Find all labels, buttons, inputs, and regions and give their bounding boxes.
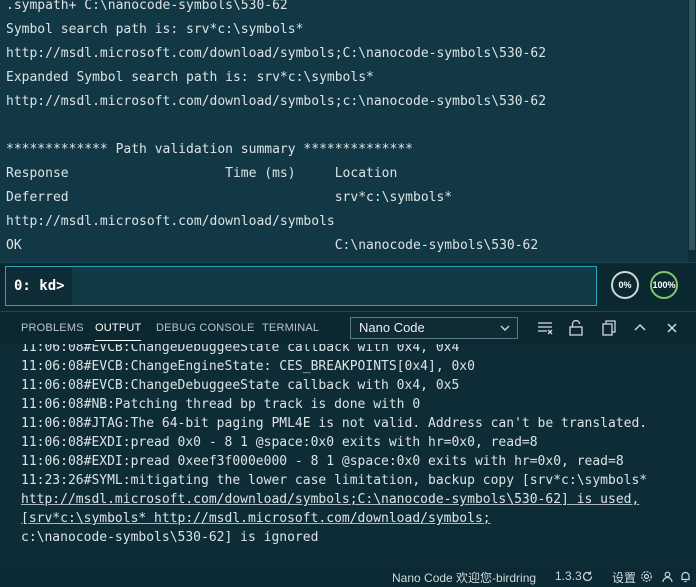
output-line: c:\nanocode-symbols\530-62] is ignored bbox=[21, 530, 319, 545]
list-filter-icon[interactable] bbox=[536, 319, 554, 337]
kd-line: Response Time (ms) Location bbox=[6, 166, 398, 181]
status-version[interactable]: 1.3.3 bbox=[555, 569, 582, 583]
kd-line: http://msdl.microsoft.com/download/symbo… bbox=[6, 46, 547, 61]
gear-icon[interactable] bbox=[640, 570, 653, 586]
output-line: 11:06:08#EXDI:pread 0xeef3f000e000 - 8 1… bbox=[21, 454, 624, 469]
output-link-line[interactable]: http://msdl.microsoft.com/download/symbo… bbox=[21, 490, 639, 509]
close-icon[interactable] bbox=[663, 319, 681, 337]
status-settings[interactable]: 设置 bbox=[612, 569, 636, 586]
command-bar: 0: kd> 0% 100% bbox=[0, 262, 696, 311]
tab-debug-console[interactable]: DEBUG CONSOLE bbox=[156, 312, 255, 345]
output-line: 11:06:08#EVCB:ChangeDebuggeeState callba… bbox=[21, 344, 460, 355]
status-bar: Nano Code 欢迎您-birdring 1.3.3 设置 bbox=[0, 566, 696, 587]
kd-output-area: .sympath+ C:\nanocode-symbols\530-62 Sym… bbox=[0, 0, 688, 262]
output-panel: 11:06:08#EVCB:ChangeDebuggeeState callba… bbox=[0, 344, 696, 566]
chevron-down-icon bbox=[499, 318, 511, 344]
chevron-up-icon[interactable] bbox=[631, 319, 649, 337]
progress-indicator-right: 100% bbox=[650, 271, 678, 299]
kd-line: OK C:\nanocode-symbols\530-62 bbox=[6, 238, 539, 253]
output-line: 11:06:08#EVCB:ChangeEngineState: CES_BRE… bbox=[21, 359, 475, 374]
status-welcome[interactable]: Nano Code 欢迎您-birdring bbox=[392, 569, 536, 586]
sync-icon[interactable] bbox=[581, 570, 594, 586]
kd-line: .sympath+ C:\nanocode-symbols\530-62 bbox=[6, 0, 288, 13]
account-icon[interactable] bbox=[661, 570, 674, 586]
scrollbar-thumb[interactable] bbox=[689, 0, 695, 250]
tab-terminal[interactable]: TERMINAL bbox=[262, 312, 319, 345]
kd-line: http://msdl.microsoft.com/download/symbo… bbox=[6, 214, 335, 229]
kd-line: Deferred srv*c:\symbols* bbox=[6, 190, 453, 205]
output-channel-select[interactable]: Nano Code bbox=[350, 317, 518, 339]
output-line: 11:06:08#EXDI:pread 0x0 - 8 1 @space:0x0… bbox=[21, 435, 538, 450]
panel-tab-bar: PROBLEMS OUTPUT DEBUG CONSOLE TERMINAL N… bbox=[0, 311, 696, 345]
output-line: 11:06:08#JTAG:The 64-bit paging PML4E is… bbox=[21, 416, 648, 431]
progress-indicator-left: 0% bbox=[611, 271, 639, 299]
tab-output[interactable]: OUTPUT bbox=[95, 312, 142, 345]
output-link-line[interactable]: [srv*c:\symbols* http://msdl.microsoft.c… bbox=[21, 509, 491, 528]
command-input[interactable]: 0: kd> bbox=[5, 266, 597, 306]
kd-line: Expanded Symbol search path is: srv*c:\s… bbox=[6, 70, 374, 85]
copy-icon[interactable] bbox=[600, 319, 618, 337]
output-line: 11:23:26#SYML:mitigating the lower case … bbox=[21, 473, 648, 488]
kd-line: ************* Path validation summary **… bbox=[6, 142, 413, 157]
command-prompt: 0: kd> bbox=[6, 267, 72, 305]
tab-problems[interactable]: PROBLEMS bbox=[21, 312, 84, 345]
bell-icon[interactable] bbox=[679, 570, 692, 586]
output-line: 11:06:08#NB:Patching thread bp track is … bbox=[21, 397, 421, 412]
kd-output-scrollbar[interactable] bbox=[688, 0, 696, 262]
kd-line: http://msdl.microsoft.com/download/symbo… bbox=[6, 94, 547, 109]
output-line: 11:06:08#EVCB:ChangeDebuggeeState callba… bbox=[21, 378, 460, 393]
lock-icon[interactable] bbox=[567, 319, 585, 337]
kd-line: Symbol search path is: srv*c:\symbols* bbox=[6, 22, 304, 37]
output-channel-value: Nano Code bbox=[359, 320, 425, 335]
